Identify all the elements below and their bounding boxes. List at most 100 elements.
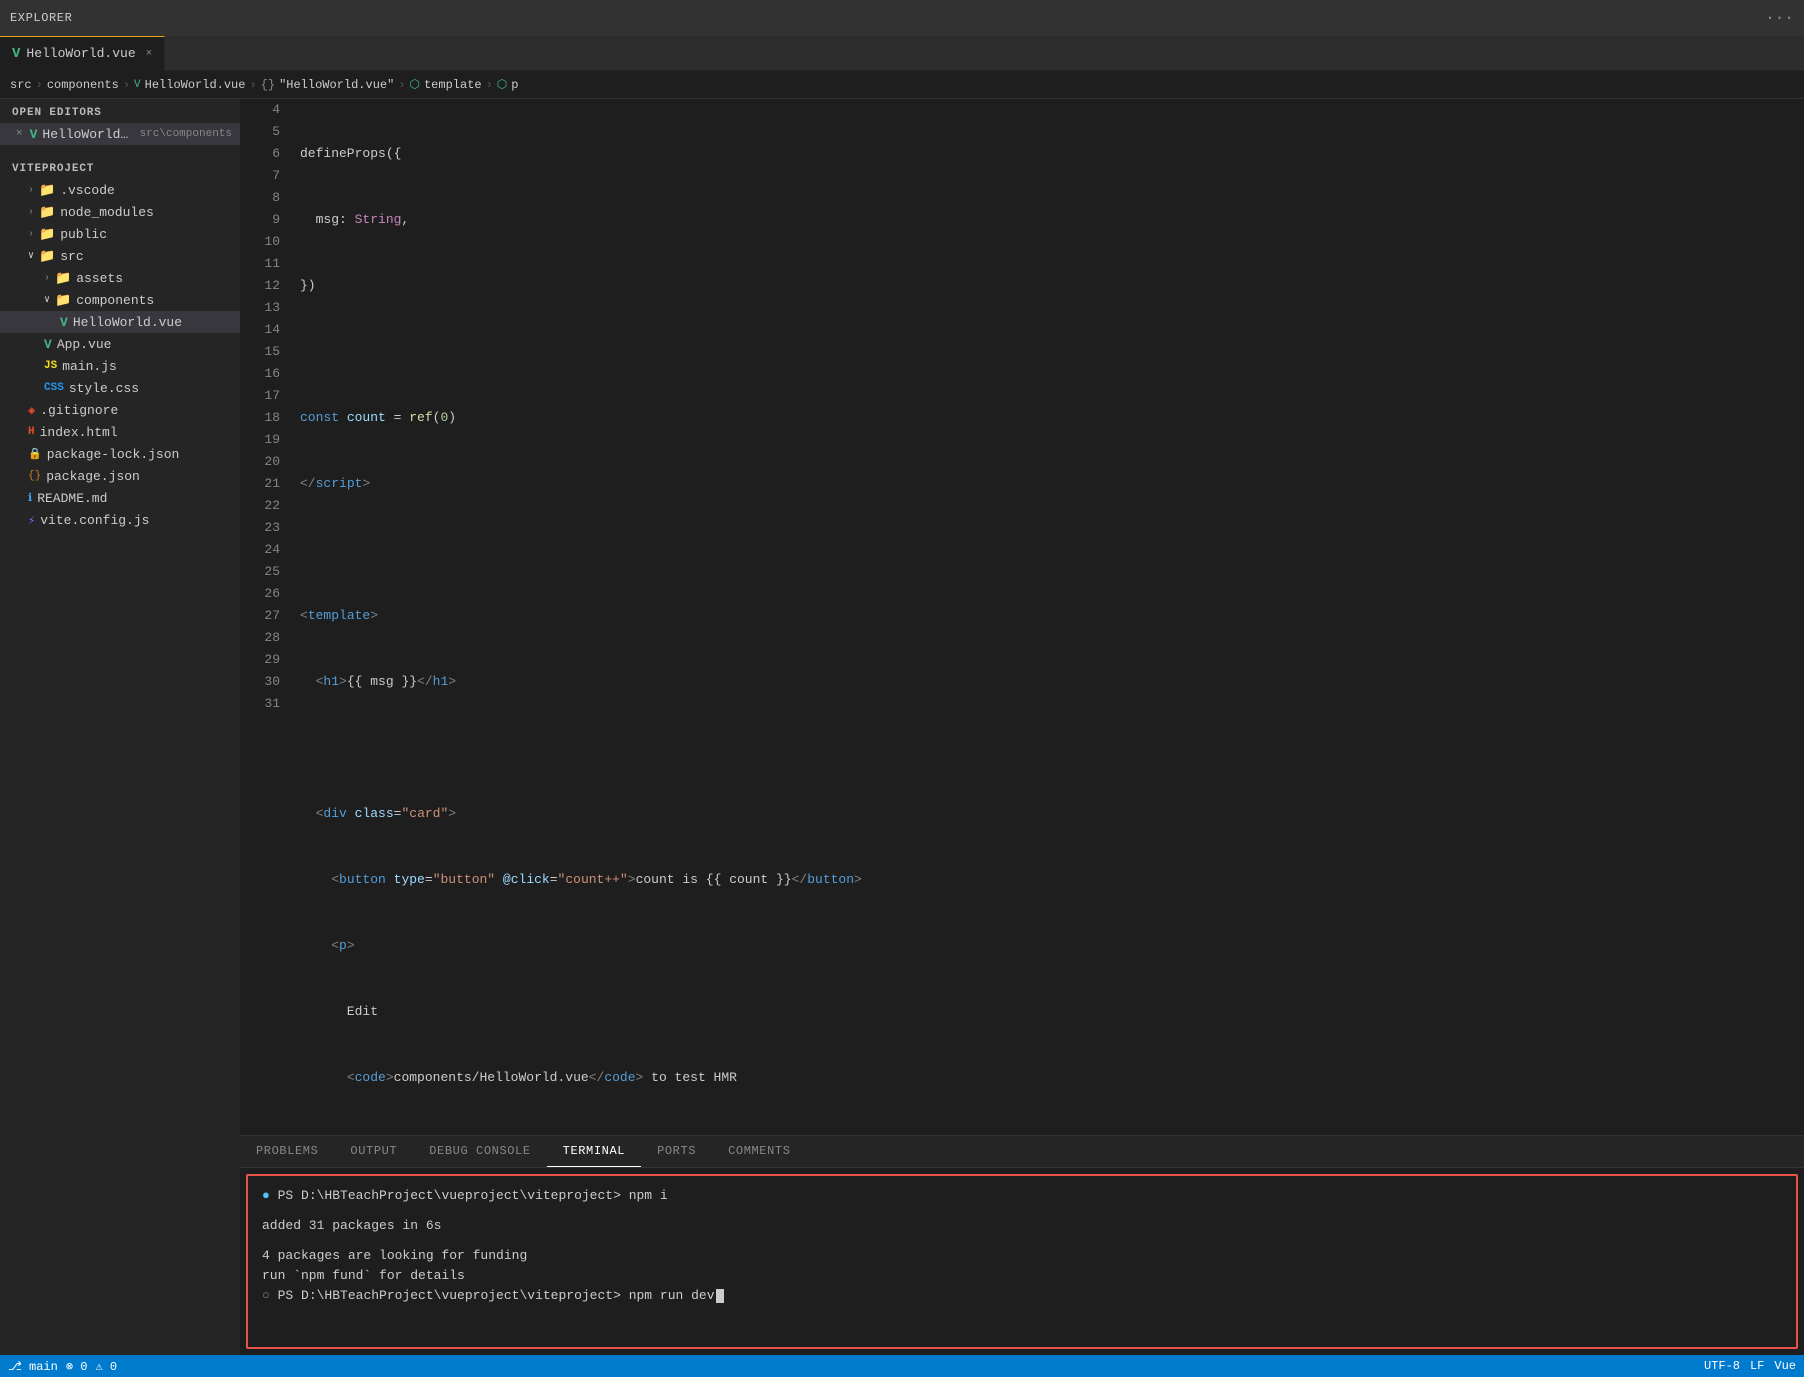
- tab-terminal[interactable]: TERMINAL: [547, 1135, 641, 1167]
- sidebar: OPEN EDITORS × V HelloWorld.vue src\comp…: [0, 99, 240, 1355]
- code-line-6: }): [300, 275, 1804, 297]
- breadcrumb-components[interactable]: components: [47, 78, 119, 92]
- code-line-4: defineProps({: [300, 143, 1804, 165]
- terminal-cmd-1: npm i: [629, 1188, 668, 1203]
- sidebar-item-node-modules[interactable]: › 📁 node_modules: [0, 201, 240, 223]
- code-line-5: msg: String,: [300, 209, 1804, 231]
- code-content[interactable]: defineProps({ msg: String, }) const coun…: [290, 99, 1804, 1135]
- status-errors[interactable]: ⊗ 0: [66, 1359, 88, 1374]
- sidebar-label-package-lock: package-lock.json: [47, 447, 180, 462]
- file-vite-icon: ⚡: [28, 513, 35, 528]
- status-warnings[interactable]: ⚠ 0: [95, 1359, 117, 1374]
- code-editor[interactable]: 4 5 6 7 8 9 10 11 12 13 14 15 16 17 18 1…: [240, 99, 1804, 1135]
- sidebar-label-app-vue: App.vue: [57, 337, 112, 352]
- viteproject-title: VITEPROJECT: [0, 155, 240, 179]
- folder-node-icon: 📁: [39, 205, 55, 220]
- file-helloworld-vue-icon: V: [60, 315, 68, 330]
- breadcrumb-script[interactable]: "HelloWorld.vue": [279, 78, 394, 92]
- open-editor-close[interactable]: ×: [16, 128, 23, 140]
- status-line-ending[interactable]: LF: [1750, 1359, 1764, 1373]
- file-html-icon: H: [28, 426, 35, 438]
- sidebar-label-node-modules: node_modules: [60, 205, 154, 220]
- code-line-7: [300, 341, 1804, 363]
- code-line-10: [300, 539, 1804, 561]
- open-editor-path: src\components: [140, 128, 232, 140]
- terminal-output-3: run `npm fund` for details: [262, 1266, 1782, 1286]
- folder-vscode-icon: 📁: [39, 183, 55, 198]
- sidebar-label-components: components: [76, 293, 154, 308]
- sidebar-item-src[interactable]: ∨ 📁 src: [0, 245, 240, 267]
- status-encoding[interactable]: UTF-8: [1704, 1359, 1740, 1373]
- sidebar-item-app-vue[interactable]: V App.vue: [0, 333, 240, 355]
- terminal-dot-1: ●: [262, 1188, 270, 1203]
- breadcrumb-file[interactable]: HelloWorld.vue: [145, 78, 246, 92]
- terminal-path-2: PS D:\HBTeachProject\vueproject\viteproj…: [278, 1288, 621, 1303]
- terminal[interactable]: ● PS D:\HBTeachProject\vueproject\vitepr…: [246, 1174, 1798, 1349]
- code-line-13: [300, 737, 1804, 759]
- code-line-15: <button type="button" @click="count++">c…: [300, 869, 1804, 891]
- sidebar-label-public: public: [60, 227, 107, 242]
- sidebar-label-assets: assets: [76, 271, 123, 286]
- terminal-blank-2: [262, 1236, 1782, 1246]
- tab-problems[interactable]: PROBLEMS: [240, 1135, 334, 1167]
- status-language[interactable]: Vue: [1774, 1359, 1796, 1373]
- more-options-icon[interactable]: ···: [1765, 9, 1794, 27]
- tab-close-icon[interactable]: ×: [146, 48, 153, 60]
- terminal-path-1: PS D:\HBTeachProject\vueproject\viteproj…: [278, 1188, 621, 1203]
- terminal-cmd-2: npm run dev: [629, 1288, 715, 1303]
- panel-tabs: PROBLEMS OUTPUT DEBUG CONSOLE TERMINAL P…: [240, 1136, 1804, 1168]
- code-line-8: const count = ref(0): [300, 407, 1804, 429]
- file-app-vue-icon: V: [44, 337, 52, 352]
- tab-output[interactable]: OUTPUT: [334, 1135, 413, 1167]
- terminal-line-1: ● PS D:\HBTeachProject\vueproject\vitepr…: [262, 1186, 1782, 1206]
- file-vue-icon: V: [30, 127, 38, 142]
- sidebar-item-style-css[interactable]: CSS style.css: [0, 377, 240, 399]
- terminal-blank-1: [262, 1206, 1782, 1216]
- sidebar-label-style-css: style.css: [69, 381, 139, 396]
- file-js-icon: JS: [44, 360, 57, 372]
- code-line-9: </script>: [300, 473, 1804, 495]
- bottom-panel: PROBLEMS OUTPUT DEBUG CONSOLE TERMINAL P…: [240, 1135, 1804, 1355]
- terminal-line-2: ○ PS D:\HBTeachProject\vueproject\vitepr…: [262, 1286, 1782, 1306]
- sidebar-item-public[interactable]: › 📁 public: [0, 223, 240, 245]
- sidebar-item-package-lock[interactable]: 🔒 package-lock.json: [0, 443, 240, 465]
- chevron-right-icon: ›: [28, 207, 34, 218]
- breadcrumb-p[interactable]: p: [511, 78, 518, 92]
- code-line-16: <p>: [300, 935, 1804, 957]
- sidebar-item-vite-config[interactable]: ⚡ vite.config.js: [0, 509, 240, 531]
- tab-helloworld-vue[interactable]: V HelloWorld.vue ×: [0, 36, 165, 71]
- sidebar-item-main-js[interactable]: JS main.js: [0, 355, 240, 377]
- sidebar-item-package-json[interactable]: {} package.json: [0, 465, 240, 487]
- tab-debug-console[interactable]: DEBUG CONSOLE: [413, 1135, 546, 1167]
- sidebar-label-readme: README.md: [37, 491, 107, 506]
- sidebar-item-readme[interactable]: ℹ README.md: [0, 487, 240, 509]
- breadcrumb-vue-icon: V: [134, 79, 141, 91]
- editor-area: 4 5 6 7 8 9 10 11 12 13 14 15 16 17 18 1…: [240, 99, 1804, 1355]
- code-line-11: <template>: [300, 605, 1804, 627]
- open-editor-helloworld[interactable]: × V HelloWorld.vue src\components: [0, 123, 240, 145]
- status-branch[interactable]: ⎇ main: [8, 1359, 58, 1374]
- code-line-17: Edit: [300, 1001, 1804, 1023]
- code-line-18: <code>components/HelloWorld.vue</code> t…: [300, 1067, 1804, 1089]
- sidebar-label-vscode: .vscode: [60, 183, 115, 198]
- sidebar-label-gitignore: .gitignore: [40, 403, 118, 418]
- breadcrumb-template[interactable]: template: [424, 78, 482, 92]
- sidebar-item-gitignore[interactable]: ◈ .gitignore: [0, 399, 240, 421]
- folder-public-icon: 📁: [39, 227, 55, 242]
- folder-src-icon: 📁: [39, 249, 55, 264]
- tab-ports[interactable]: PORTS: [641, 1135, 712, 1167]
- explorer-title: EXPLORER: [10, 11, 72, 25]
- open-editor-label: HelloWorld.vue: [42, 127, 130, 142]
- sidebar-item-helloworld-vue[interactable]: V HelloWorld.vue: [0, 311, 240, 333]
- tab-comments[interactable]: COMMENTS: [712, 1135, 806, 1167]
- sidebar-item-components[interactable]: ∨ 📁 components: [0, 289, 240, 311]
- code-line-12: <h1>{{ msg }}</h1>: [300, 671, 1804, 693]
- breadcrumb-src[interactable]: src: [10, 78, 32, 92]
- terminal-prompt-1: ● PS D:\HBTeachProject\vueproject\vitepr…: [262, 1188, 668, 1203]
- folder-components-icon: 📁: [55, 293, 71, 308]
- sidebar-item-assets[interactable]: › 📁 assets: [0, 267, 240, 289]
- sidebar-label-package-json: package.json: [46, 469, 140, 484]
- sidebar-item-vscode[interactable]: › 📁 .vscode: [0, 179, 240, 201]
- sidebar-item-index-html[interactable]: H index.html: [0, 421, 240, 443]
- sidebar-label-vite-config: vite.config.js: [40, 513, 149, 528]
